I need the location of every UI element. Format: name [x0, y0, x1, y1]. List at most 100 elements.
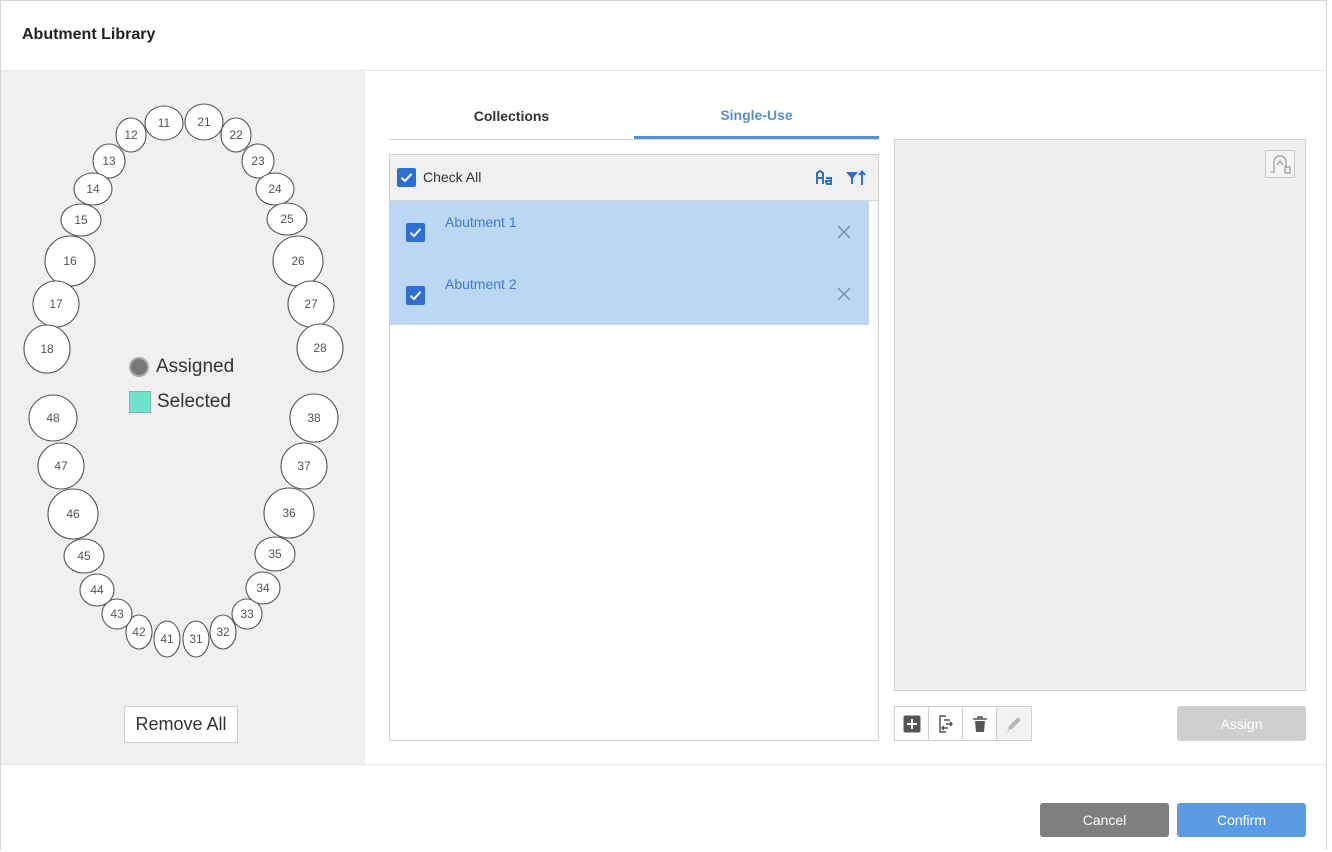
abutment-library-dialog: Abutment Library 11 12 13 14 15 16 17 18 21 22 23 2…	[0, 0, 1327, 852]
tooth-38[interactable]: 38	[289, 393, 339, 443]
tooth-number: 24	[268, 182, 282, 196]
close-icon[interactable]	[836, 286, 852, 302]
tooth-18[interactable]: 18	[23, 324, 71, 374]
tooth-number: 47	[54, 459, 68, 473]
tooth-32[interactable]: 32	[209, 614, 237, 650]
tooth-16[interactable]: 16	[44, 235, 96, 287]
tooth-number: 34	[256, 581, 270, 595]
tooth-48[interactable]: 48	[28, 394, 78, 442]
tooth-number: 16	[63, 254, 77, 268]
tab-single-use[interactable]: Single-Use	[634, 93, 879, 139]
tooth-number: 37	[297, 459, 311, 473]
sort-filter-icon[interactable]	[845, 168, 867, 188]
tooth-number: 22	[229, 128, 243, 142]
cancel-button[interactable]: Cancel	[1040, 803, 1169, 837]
tooth-11[interactable]: 11	[144, 105, 184, 141]
tooth-13[interactable]: 13	[92, 143, 126, 179]
legend-selected-label: Selected	[157, 391, 231, 412]
delete-icon[interactable]	[963, 707, 997, 740]
tooth-22[interactable]: 22	[220, 117, 252, 153]
tooth-number: 43	[110, 607, 124, 621]
list-header: Check All	[390, 155, 878, 201]
tooth-chart: 11 12 1314 15 16 17 18 21 22 2324 25 26 27 28 31 32 3334…	[23, 103, 344, 658]
tooth-number: 48	[46, 411, 60, 425]
tooth-number: 31	[189, 632, 203, 646]
dialog-title: Abutment Library	[22, 26, 156, 43]
tooth-number: 27	[304, 297, 318, 311]
list-item[interactable]: Abutment 1	[390, 201, 869, 263]
tooth-number: 41	[160, 632, 174, 646]
tooth-45[interactable]: 45	[63, 538, 105, 574]
tooth-number: 11	[158, 116, 171, 130]
tooth-number: 12	[124, 128, 138, 142]
tooth-number: 28	[313, 341, 327, 355]
preview-toolbar	[894, 706, 1032, 741]
tooth-number: 35	[268, 547, 282, 561]
tooth-34[interactable]: 34	[245, 571, 281, 605]
tooth-28[interactable]: 28	[296, 323, 344, 373]
edit-icon[interactable]	[997, 707, 1031, 740]
tooth-number: 42	[132, 625, 146, 639]
tab-bar: Collections Single-Use	[389, 93, 879, 140]
tooth-number: 44	[90, 583, 104, 597]
tooth-number: 38	[307, 411, 321, 425]
tooth-27[interactable]: 27	[287, 280, 335, 328]
tooth-number: 23	[251, 154, 265, 168]
tooth-number: 14	[86, 182, 100, 196]
tooth-41[interactable]: 41	[153, 620, 181, 658]
tooth-number: 21	[197, 115, 211, 129]
item-label: Abutment 2	[445, 276, 517, 292]
tooth-number: 13	[102, 154, 116, 168]
tooth-number: 45	[77, 549, 91, 563]
selected-swatch	[129, 391, 151, 413]
tooth-number: 32	[216, 625, 230, 639]
tooth-17[interactable]: 17	[32, 280, 80, 328]
tooth-37[interactable]: 37	[280, 442, 328, 490]
item-checkbox[interactable]	[406, 286, 425, 305]
legend-selected: Selected	[129, 391, 231, 413]
confirm-button[interactable]: Confirm	[1177, 803, 1306, 837]
tooth-21[interactable]: 21	[184, 103, 224, 141]
close-icon[interactable]	[836, 224, 852, 240]
assigned-swatch	[129, 357, 149, 377]
add-icon[interactable]	[895, 707, 929, 740]
tooth-15[interactable]: 15	[60, 203, 102, 237]
tooth-46[interactable]: 46	[47, 488, 99, 540]
check-all-label: Check All	[423, 169, 482, 185]
abutment-preview	[894, 139, 1306, 691]
remove-all-button[interactable]: Remove All	[124, 706, 238, 743]
title-bar: Abutment Library	[1, 1, 1326, 71]
tooth-number: 46	[66, 507, 80, 521]
tooth-25[interactable]: 25	[266, 202, 308, 236]
tooth-14[interactable]: 14	[73, 172, 113, 206]
item-label: Abutment 1	[445, 214, 517, 230]
tooth-number: 26	[291, 254, 305, 268]
tooth-36[interactable]: 36	[263, 487, 315, 539]
tooth-12[interactable]: 12	[115, 117, 147, 153]
tooth-35[interactable]: 35	[254, 536, 296, 572]
abutment-list: Check All Abutment 1 Abutment 2	[389, 154, 879, 741]
tooth-number: 15	[74, 213, 88, 227]
legend-assigned-label: Assigned	[156, 356, 235, 377]
list-item[interactable]: Abutment 2	[390, 263, 869, 325]
tooth-view-icon[interactable]	[1265, 150, 1295, 178]
tooth-47[interactable]: 47	[37, 442, 85, 490]
tooth-44[interactable]: 44	[79, 573, 115, 607]
tooth-23[interactable]: 23	[241, 143, 275, 179]
check-all-checkbox[interactable]	[397, 168, 416, 187]
item-checkbox[interactable]	[406, 223, 425, 242]
tooth-chart-panel: 11 12 13 14 15 16 17 18 21 22 23 24 25 26 27 28 31 32 33 34…	[1, 71, 365, 764]
tooth-31[interactable]: 31	[182, 620, 210, 658]
legend-assigned: Assigned	[129, 356, 234, 378]
tooth-number: 36	[282, 506, 296, 520]
tooth-number: 33	[240, 607, 254, 621]
import-icon[interactable]	[929, 707, 963, 740]
tooth-26[interactable]: 26	[272, 235, 324, 287]
tooth-number: 17	[49, 297, 63, 311]
tab-collections[interactable]: Collections	[389, 93, 634, 138]
assign-button[interactable]: Assign	[1177, 706, 1306, 741]
tooth-number: 25	[280, 212, 294, 226]
sort-alpha-icon[interactable]	[815, 168, 837, 188]
tooth-24[interactable]: 24	[255, 172, 295, 206]
tooth-number: 18	[40, 342, 54, 356]
